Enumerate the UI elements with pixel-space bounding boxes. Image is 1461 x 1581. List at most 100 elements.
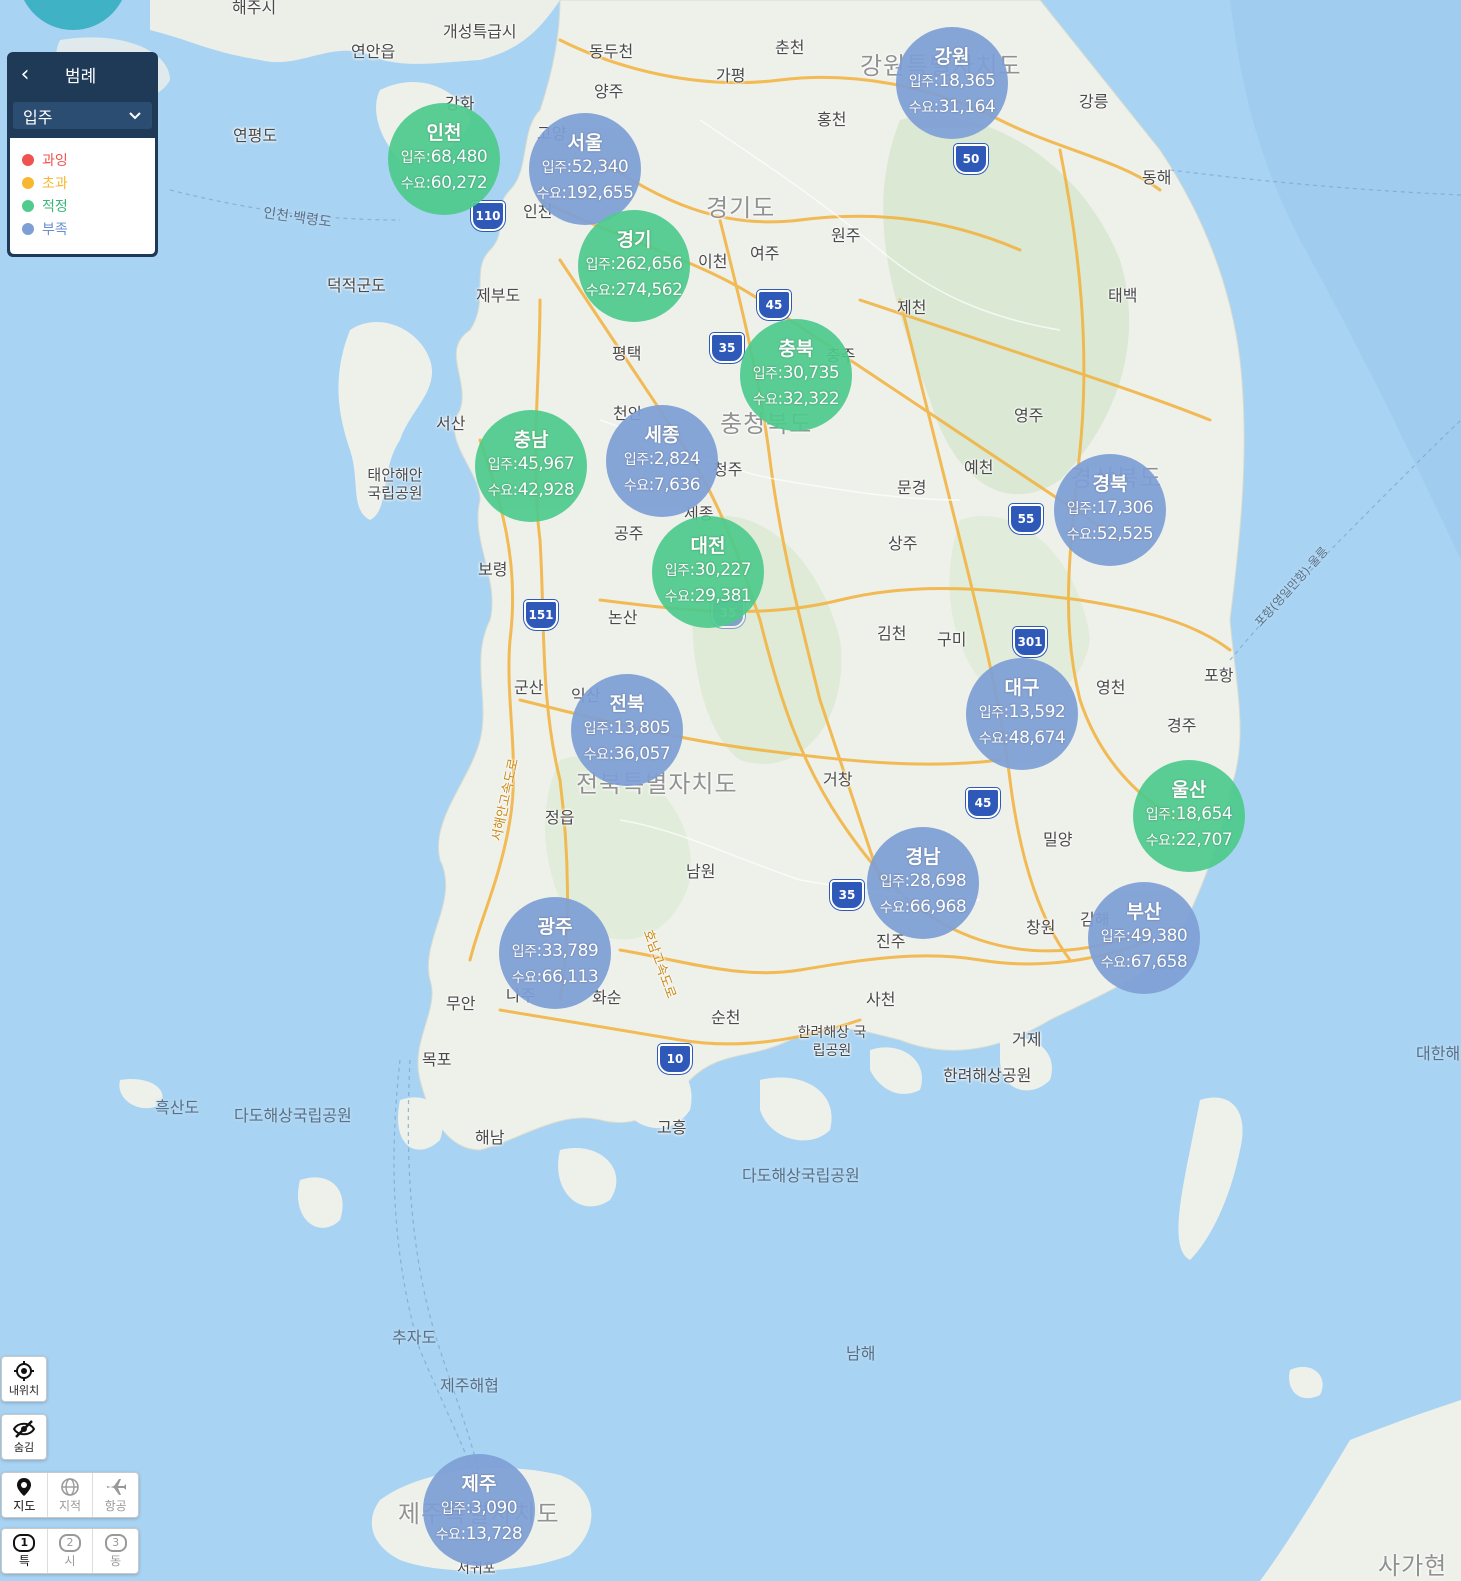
region-supply-line: 입주:49,380 [1101,924,1188,950]
region-bubble[interactable]: 강원 입주:18,365 수요:31,164 [896,27,1008,139]
legend-select-value: 입주 [23,107,53,127]
region-bubble[interactable]: 부산 입주:49,380 수요:67,658 [1088,882,1200,994]
legend-panel: ‹ 범례 입주 과잉 초과 적정 부족 [7,52,158,257]
region-bubble[interactable]: 대구 입주:13,592 수요:48,674 [966,658,1078,770]
level-2-icon: 2 [59,1533,81,1552]
region-supply-label: 입주 [623,452,649,468]
region-demand-label: 수요 [752,392,778,408]
region-name: 강원 [934,46,970,68]
region-supply-value: 68,480 [430,147,488,167]
region-demand-value: 274,562 [615,280,683,300]
collapse-legend-icon[interactable]: ‹ [11,62,39,87]
region-demand-value: 31,164 [938,97,996,117]
globe-icon [61,1477,79,1496]
region-name: 대전 [690,535,726,557]
place-label: 공주 [614,524,644,543]
region-supply-label: 입주 [440,1501,466,1517]
place-label: 다도해상국립공원 [742,1166,860,1185]
level-label: 특 [18,1553,30,1568]
eye-off-icon [12,1420,36,1438]
region-bubble[interactable]: 충북 입주:30,735 수요:32,322 [740,319,852,431]
region-demand-value: 66,113 [541,967,599,987]
region-bubble[interactable]: 서울 입주:52,340 수요:192,655 [529,113,641,225]
region-demand-value: 32,322 [782,389,840,409]
region-name: 울산 [1171,779,1207,801]
place-label: 창원 [1026,918,1056,937]
place-label: 추자도 [392,1328,437,1347]
region-demand-label: 수요 [1145,833,1171,849]
region-demand-line: 수요:31,164 [908,95,996,121]
place-label: 해남 [475,1128,505,1147]
level-label: 동 [110,1553,122,1568]
place-label: 포항 [1204,666,1234,685]
place-label: 흑산도 [155,1098,200,1117]
region-bubble[interactable]: 경북 입주:17,306 수요:52,525 [1054,454,1166,566]
region-bubble[interactable]: 광주 입주:33,789 수요:66,113 [499,897,611,1009]
map-type-map[interactable]: 지도 [2,1473,48,1517]
place-label: 군산 [514,678,544,697]
level-1[interactable]: 1 특 [2,1529,48,1573]
region-supply-line: 입주:30,735 [753,361,840,387]
region-supply-label: 입주 [664,563,690,579]
region-demand-line: 수요:274,562 [586,278,683,304]
region-bubble[interactable]: 제주 입주:3,090 수요:13,728 [423,1454,535,1566]
region-supply-label: 입주 [541,160,567,176]
region-demand-label: 수요 [400,176,426,192]
legend-item-label: 적정 [42,198,68,215]
region-supply-label: 입주 [879,874,905,890]
legend-item-shortage: 부족 [10,217,155,240]
region-supply-line: 입주:52,340 [541,155,629,181]
region-bubble[interactable]: 울산 입주:18,654 수요:22,707 [1133,760,1245,872]
region-supply-value: 52,340 [571,157,629,177]
level-switch: 1 특 2 시 3 동 [1,1528,139,1574]
region-supply-label: 입주 [1145,807,1171,823]
region-bubble[interactable]: 경기 입주:262,656 수요:274,562 [578,210,690,322]
region-demand-line: 수요:29,381 [665,584,752,610]
region-supply-label: 입주 [978,705,1004,721]
place-label: 태백 [1108,286,1138,305]
region-bubble[interactable]: 대전 입주:30,227 수요:29,381 [652,516,764,628]
region-supply-line: 입주:28,698 [879,869,967,895]
place-label: 덕적군도 [327,276,386,295]
region-bubble[interactable]: 전북 입주:13,805 수요:36,057 [571,674,683,786]
region-bubble[interactable]: 충남 입주:45,967 수요:42,928 [475,410,587,522]
region-demand-label: 수요 [487,483,513,499]
region-supply-line: 입주:13,592 [978,700,1066,726]
region-supply-line: 입주:18,365 [908,69,996,95]
region-supply-label: 입주 [908,74,934,90]
level-2[interactable]: 2 시 [48,1529,94,1573]
place-label: 보령 [478,560,508,579]
map-type-aerial[interactable]: 항공 [93,1473,138,1517]
place-label: 목포 [422,1050,452,1069]
map-type-label: 지도 [13,1498,36,1513]
level-3[interactable]: 3 동 [93,1529,138,1573]
region-demand-value: 7,636 [653,475,701,495]
province-label: 경기도 [706,194,776,222]
region-bubble[interactable]: 경남 입주:28,698 수요:66,968 [867,827,979,939]
region-demand-label: 수요 [536,186,562,202]
region-supply-line: 입주:18,654 [1145,802,1233,828]
status-dot-icon [22,176,34,189]
place-label: 구미 [937,630,967,649]
region-demand-line: 수요:66,968 [880,895,967,921]
highway-shield-icon: 35 [710,333,744,363]
region-supply-label: 입주 [583,721,609,737]
region-demand-line: 수요:48,674 [979,726,1066,752]
place-label: 예천 [964,458,994,477]
region-supply-label: 입주 [585,257,611,273]
map-type-cadastral[interactable]: 지적 [48,1473,94,1517]
region-name: 전북 [609,693,645,715]
region-bubble[interactable]: 인천 입주:68,480 수요:60,272 [388,103,500,215]
place-label: 정읍 [545,808,575,827]
place-label: 연안읍 [351,42,396,61]
place-label: 홍천 [817,110,847,129]
hide-button[interactable]: 숨김 [1,1414,47,1460]
region-bubble[interactable]: 세종 입주:2,824 수요:7,636 [606,405,718,517]
region-supply-value: 13,592 [1008,702,1066,722]
region-supply-label: 입주 [487,457,513,473]
highway-shield-icon: 110 [471,201,505,231]
my-location-button[interactable]: 내위치 [1,1356,47,1402]
legend-select[interactable]: 입주 [13,102,152,129]
region-demand-line: 수요:52,525 [1067,522,1154,548]
region-demand-label: 수요 [908,100,934,116]
